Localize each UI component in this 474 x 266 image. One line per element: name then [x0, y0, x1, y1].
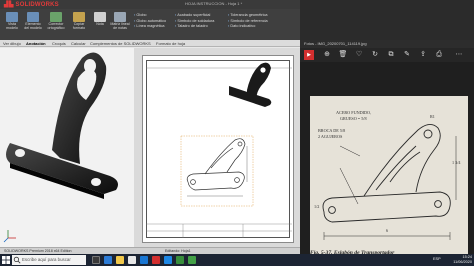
store-icon[interactable] [128, 256, 136, 264]
tab-annotation[interactable]: Anotación [26, 41, 46, 46]
geometric-tolerance-button[interactable]: Tolerancia geométrica [228, 13, 268, 19]
favorite-icon[interactable]: ♡ [354, 50, 364, 60]
material-note: ACERO FUNDIDO, [336, 110, 372, 115]
balloon-group: Globo Globo automático Línea magnética [134, 13, 166, 30]
edit-icon[interactable]: ✎ [402, 50, 412, 60]
taskbar-search-input[interactable]: Escribe aquí para buscar [12, 255, 86, 265]
crop-icon[interactable]: ⧉ [386, 50, 396, 60]
zoom-in-icon[interactable]: ⊕ [322, 50, 332, 60]
system-clock[interactable]: 15:24 11/06/2020 [448, 255, 472, 265]
magnetic-line-button[interactable]: Línea magnética [134, 24, 166, 30]
edge-icon[interactable] [104, 256, 112, 264]
model-items-icon [27, 12, 39, 22]
search-icon [13, 256, 21, 264]
photos-window: Fotos - IMG_20200701_114119.jpg ▶ ⊕ 🗑 ♡ … [300, 40, 474, 264]
drawing-sheet[interactable] [142, 55, 294, 243]
photos-titlebar: Fotos - IMG_20200701_114119.jpg [300, 40, 474, 48]
photo-image[interactable]: ACERO FUNDIDO, GRUESO = 5/8 BROCA DE 5/8… [310, 96, 468, 264]
photos-title: Fotos - IMG_20200701_114119.jpg [304, 41, 367, 46]
spell-check-button[interactable]: Corrector ortográfico [46, 11, 66, 38]
tab-addins[interactable]: Complementos de SOLIDWORKS [90, 41, 151, 46]
datum-target-button[interactable]: Dato indicativo [228, 24, 268, 30]
file-explorer-icon[interactable] [116, 256, 124, 264]
model-items-button[interactable]: Elemento del modelo [23, 11, 43, 38]
share-icon[interactable]: ⇪ [418, 50, 428, 60]
solidworks-window: ▟▙ SOLIDWORKS HOJA INSTRUCCION - Hoja 1 … [0, 0, 300, 254]
linear-note-pattern-button[interactable]: Matriz lineal de notas [110, 11, 130, 38]
print-icon[interactable]: ⎙ [434, 50, 444, 60]
drill-note: BROCA DE 5/8 [318, 128, 346, 133]
rotate-icon[interactable]: ↻ [370, 50, 380, 60]
hole-callout-button[interactable]: Taladro de taladro [175, 24, 214, 30]
delete-icon[interactable]: 🗑 [338, 50, 348, 60]
taskbar: Escribe aquí para buscar ESP 15:24 11/06… [0, 254, 474, 266]
sheet-drawing-views [146, 62, 292, 238]
dimension-height: 1 3/4 [452, 160, 461, 165]
sheet-tab[interactable]: Editando: Hoja1 [165, 249, 191, 253]
model-view-button[interactable]: Vista modelo [2, 11, 22, 38]
solidworks-taskbar-icon[interactable] [152, 256, 160, 264]
dimension-length: 6 [386, 228, 389, 233]
link-drawing-photo [310, 96, 468, 264]
surface-finish-button[interactable]: Acabado superficial [175, 13, 214, 19]
isometric-view[interactable] [229, 62, 272, 107]
note-icon [94, 12, 106, 22]
model-view-icon [6, 12, 18, 22]
chrome-taskbar-icon[interactable] [188, 256, 196, 264]
mail-icon[interactable] [140, 256, 148, 264]
note-button[interactable]: Nota [90, 11, 110, 38]
photos-toolbar: ▶ ⊕ 🗑 ♡ ↻ ⧉ ✎ ⇪ ⎙ ⋯ [300, 48, 474, 62]
solidworks-logo[interactable]: ▟▙ SOLIDWORKS [4, 1, 59, 8]
command-manager-tabs: Ver dibujo Anotación Croquis Calcular Co… [0, 40, 300, 47]
tab-evaluate[interactable]: Calcular [71, 41, 86, 46]
language-indicator[interactable]: ESP [433, 257, 441, 261]
status-bar: SOLIDWORKS Premium 2018 x64 Edition Edit… [0, 247, 300, 254]
slideshow-icon[interactable]: ▶ [304, 50, 314, 60]
task-view-icon[interactable] [92, 256, 100, 264]
annotation-ribbon: Vista modelo Elemento del modelo Correct… [0, 9, 300, 40]
solidworks-titlebar: ▟▙ SOLIDWORKS HOJA INSTRUCCION - Hoja 1 … [0, 0, 300, 9]
format-painter-button[interactable]: Copiar formato [69, 11, 89, 38]
linear-note-pattern-icon [114, 12, 126, 22]
format-painter-icon [73, 12, 85, 22]
more-icon[interactable]: ⋯ [454, 50, 464, 60]
document-title: HOJA INSTRUCCION - Hoja 1 * [185, 1, 243, 6]
spell-check-icon [50, 12, 62, 22]
surface-finish-group: Acabado superficial Símbolo de soldadura… [175, 13, 214, 30]
tab-view-layout[interactable]: Ver dibujo [3, 41, 21, 46]
windows-start-icon[interactable] [2, 256, 10, 264]
model-preview-pane[interactable] [0, 48, 134, 247]
dimension-radius: R1 [430, 114, 435, 119]
tab-sketch[interactable]: Croquis [52, 41, 66, 46]
holes-note: 2 AGUJEROS [318, 134, 343, 139]
front-view[interactable] [180, 135, 254, 207]
excel-taskbar-icon[interactable] [176, 256, 184, 264]
tab-sheet-format[interactable]: Formato de hoja [156, 41, 185, 46]
dimension-offset: 1/2 [314, 204, 320, 209]
photos-taskbar-icon[interactable] [164, 256, 172, 264]
thickness-note: GRUESO = 5/8 [340, 116, 367, 121]
link-3d-model [3, 52, 118, 243]
tolerance-group: Tolerancia geométrica Símbolo de referen… [228, 13, 268, 30]
view-triad-icon [3, 230, 16, 243]
status-text: SOLIDWORKS Premium 2018 x64 Edition [4, 249, 72, 253]
desktop: ▟▙ SOLIDWORKS HOJA INSTRUCCION - Hoja 1 … [0, 0, 474, 266]
